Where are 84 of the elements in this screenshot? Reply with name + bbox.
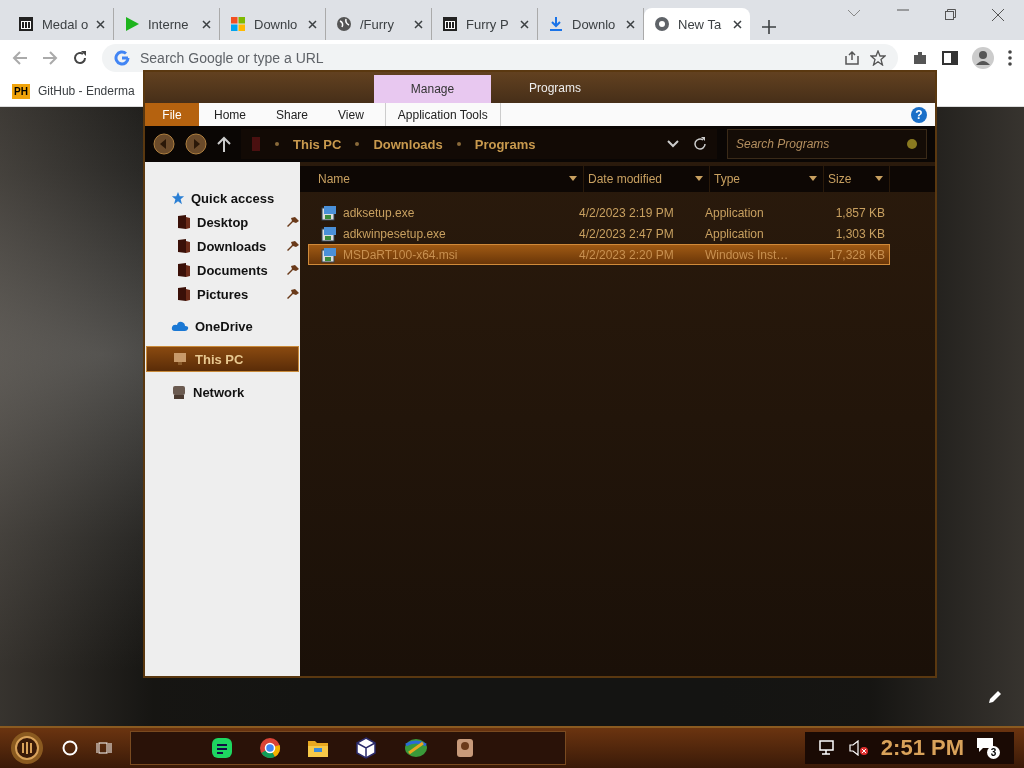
column-header[interactable]: Size: [824, 166, 890, 192]
address-bar[interactable]: This PC Downloads Programs: [241, 129, 717, 159]
sort-caret-icon[interactable]: [569, 176, 577, 182]
google-icon: [114, 50, 130, 66]
favicon-icon: [230, 16, 246, 32]
close-icon[interactable]: [520, 19, 529, 29]
favicon-icon: [548, 16, 564, 32]
cube-icon[interactable]: [355, 737, 377, 759]
close-icon[interactable]: [626, 19, 635, 29]
column-header[interactable]: Type: [710, 166, 824, 192]
globe-icon[interactable]: [403, 737, 429, 759]
dropdown-icon[interactable]: [667, 140, 679, 148]
installer-icon: [321, 204, 337, 221]
menu-icon[interactable]: [1008, 50, 1012, 66]
cloud-icon: [171, 320, 189, 332]
installer-icon: [321, 246, 337, 263]
sidebar-item[interactable]: Quick access: [145, 186, 300, 210]
ribbon-tab[interactable]: View: [323, 107, 379, 122]
close-icon[interactable]: [202, 19, 211, 29]
sort-caret-icon[interactable]: [875, 176, 883, 182]
ribbon-tab[interactable]: Home: [199, 107, 261, 122]
sidebar-item[interactable]: Pictures: [145, 282, 300, 306]
context-tab-header: Manage: [374, 75, 491, 103]
close-icon[interactable]: [733, 19, 742, 29]
close-icon[interactable]: [308, 19, 317, 29]
clock-time[interactable]: 2:51 PM: [880, 735, 964, 761]
column-header[interactable]: Name: [314, 166, 584, 192]
restore-icon[interactable]: [945, 9, 956, 20]
file-row[interactable]: adkwinpesetup.exe 4/2/2023 2:47 PM Application 1,303 KB: [308, 223, 890, 244]
file-row[interactable]: adksetup.exe 4/2/2023 2:19 PM Application 1,857 KB: [308, 202, 890, 223]
forward-button-icon[interactable]: [185, 133, 207, 155]
network-icon[interactable]: [818, 740, 837, 756]
profile-icon[interactable]: [972, 47, 994, 69]
close-icon[interactable]: [96, 19, 105, 29]
sidebar-item[interactable]: Network: [145, 380, 300, 404]
chrome-icon[interactable]: [259, 737, 281, 759]
app-icon[interactable]: [455, 737, 475, 759]
search-field[interactable]: Search Programs: [727, 129, 927, 159]
star-icon: [171, 191, 185, 205]
breadcrumb[interactable]: This PC: [293, 136, 342, 152]
sidebar-item[interactable]: This PC: [146, 346, 299, 372]
ribbon-tab[interactable]: Share: [261, 107, 324, 122]
sort-caret-icon[interactable]: [809, 176, 817, 182]
close-icon[interactable]: [992, 9, 1004, 21]
installer-icon: [321, 225, 337, 242]
favicon-icon: [336, 16, 352, 32]
refresh-icon[interactable]: [693, 137, 707, 151]
favicon-badge: PH: [12, 83, 30, 99]
window-title: Programs: [529, 80, 581, 95]
computer-icon: [173, 352, 189, 366]
favicon-icon: [18, 16, 34, 32]
reload-icon[interactable]: [72, 50, 88, 66]
browser-tab[interactable]: New Ta: [644, 8, 750, 40]
sidebar-item[interactable]: Desktop: [145, 210, 300, 234]
file-tab[interactable]: File: [145, 103, 199, 126]
breadcrumb[interactable]: Downloads: [373, 136, 443, 152]
pencil-icon[interactable]: [988, 690, 1002, 704]
network-icon: [171, 384, 187, 400]
sort-caret-icon[interactable]: [695, 176, 703, 182]
search-circle-icon[interactable]: [62, 740, 78, 756]
new-tab-icon[interactable]: [762, 20, 776, 34]
task-view-icon[interactable]: [96, 740, 112, 756]
column-header[interactable]: Date modified: [584, 166, 710, 192]
side-panel-icon[interactable]: [942, 50, 958, 66]
sidebar-item[interactable]: Documents: [145, 258, 300, 282]
notification-count: 3: [987, 746, 1000, 759]
favicon-icon: [654, 16, 670, 32]
start-button-icon[interactable]: [10, 731, 44, 765]
speaker-muted-icon[interactable]: [848, 740, 869, 756]
close-icon[interactable]: [414, 19, 423, 29]
address-bar[interactable]: Search Google or type a URL: [102, 44, 898, 72]
chat-app-icon[interactable]: [211, 737, 233, 759]
back-button-icon[interactable]: [153, 133, 175, 155]
star-icon[interactable]: [870, 50, 886, 66]
sidebar-item[interactable]: Downloads: [145, 234, 300, 258]
favicon-icon: [442, 16, 458, 32]
help-button[interactable]: ?: [911, 106, 927, 123]
breadcrumb[interactable]: Programs: [474, 136, 536, 152]
up-arrow-icon[interactable]: [217, 136, 231, 152]
chevron-icon[interactable]: [847, 9, 861, 17]
share-icon[interactable]: [844, 50, 860, 66]
favicon-icon: [124, 16, 140, 32]
sidebar-item[interactable]: OneDrive: [145, 314, 300, 338]
bookmark[interactable]: PH GitHub - Enderma: [12, 83, 135, 99]
